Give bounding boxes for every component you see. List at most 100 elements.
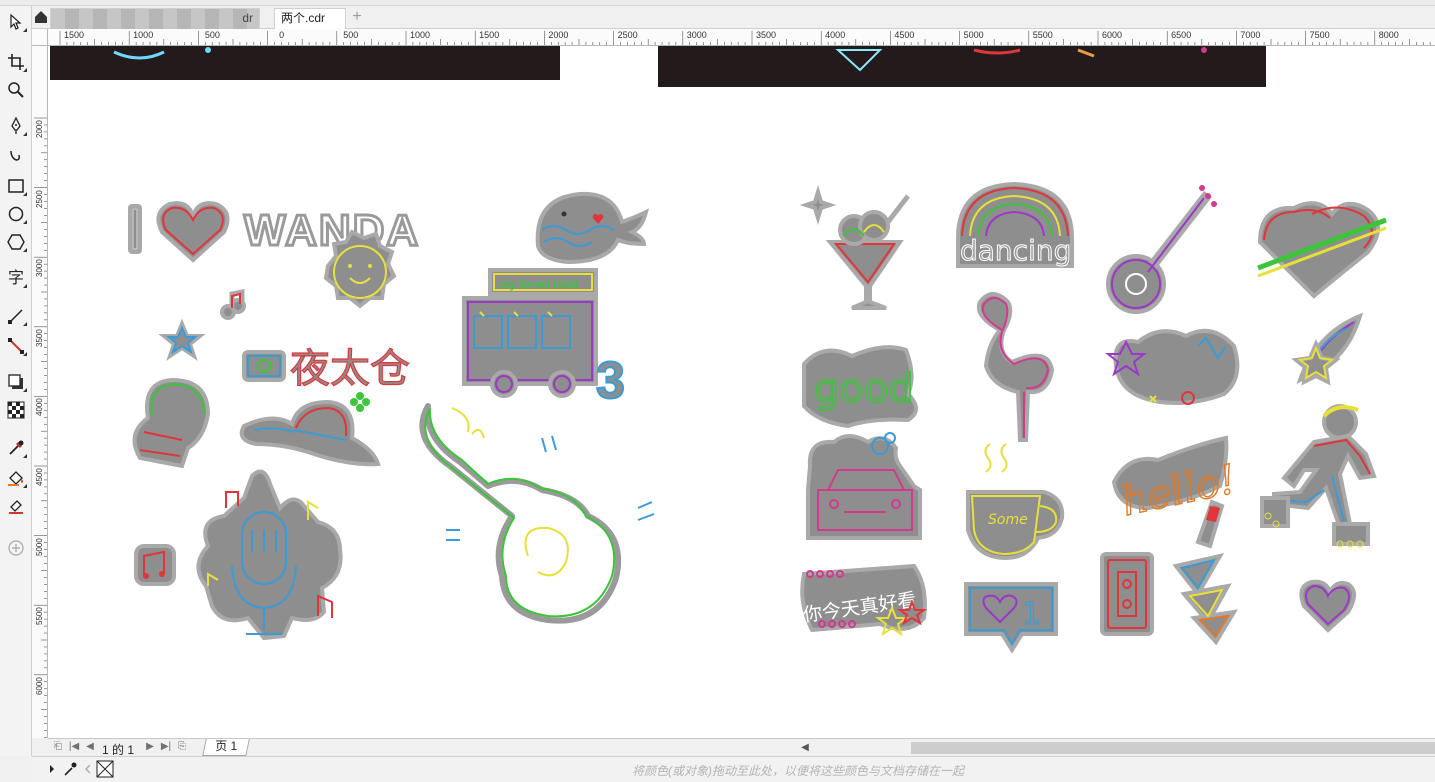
guitar-sticker[interactable]	[1106, 185, 1217, 314]
microphone-sticker[interactable]	[196, 469, 343, 641]
hat-sticker[interactable]	[239, 399, 381, 467]
ruler-label: 4500	[894, 30, 915, 40]
tab-document-2[interactable]: 两个.cdr	[274, 8, 346, 29]
hello-lipstick-sticker[interactable]: hello!	[1111, 435, 1241, 549]
document-palette-bar: 将颜色(或对象)拖动至此处，以便将这些颜色与文档存储在一起	[32, 756, 1435, 782]
palette-scroll-left-icon[interactable]	[80, 761, 96, 777]
text-tool-icon[interactable]: 字	[4, 266, 28, 290]
dancing-rainbow-sticker[interactable]: dancing	[956, 181, 1074, 268]
ruler-label: 5000	[963, 30, 984, 40]
music-note-sticker[interactable]	[220, 288, 246, 320]
connector-tool-icon[interactable]	[4, 334, 28, 358]
ruler-label: 6500	[1171, 30, 1192, 40]
prev-page-button[interactable]: ◀	[84, 741, 96, 753]
bus-number-text: 3	[596, 352, 625, 410]
guitar-outline-sticker[interactable]	[419, 403, 655, 624]
ruler-label: 5500	[35, 607, 44, 626]
rectangle-tool-icon[interactable]	[4, 174, 28, 198]
ruler-label: 0	[279, 30, 285, 40]
shooting-star-sticker[interactable]	[1291, 312, 1364, 386]
ruler-label: 4500	[35, 468, 44, 486]
ruler-label: 3000	[686, 30, 707, 40]
page-tab-label: 页 1	[215, 739, 238, 753]
pen-tool-icon[interactable]	[4, 114, 28, 138]
drawing-canvas[interactable]: .g { fill: #8e8e8e; stroke: #a9a9a9; str…	[48, 46, 1435, 738]
transparency-tool-icon[interactable]	[4, 398, 28, 422]
eyedropper-icon[interactable]	[62, 761, 78, 777]
triangles-sticker[interactable]	[1172, 553, 1238, 646]
car-sticker[interactable]	[806, 432, 922, 540]
crop-tool-icon[interactable]	[4, 50, 28, 74]
flamingo-sticker[interactable]	[977, 292, 1055, 442]
bus-sign-text: my Street Hold	[500, 279, 578, 291]
good-sticker[interactable]: good	[802, 345, 918, 429]
ruler-label: 2500	[617, 30, 638, 40]
coreldraw-window: 字 dr 两个.cdr + 1500 1000 500 0 500 1000 1…	[0, 0, 1435, 782]
horizontal-scrollbar[interactable]: ◀	[798, 738, 1435, 756]
vertical-ruler[interactable]: 2000 2500 3000 3500 4000 4500 5000 5500 6000	[32, 46, 48, 738]
add-page-before-button[interactable]: ⎗	[52, 741, 64, 753]
ruler-label: 1000	[409, 30, 431, 40]
ruler-label: 2000	[548, 30, 569, 40]
new-tab-button[interactable]: +	[348, 9, 366, 27]
palette-expand-icon[interactable]	[44, 761, 60, 777]
palette-hint-text: 将颜色(或对象)拖动至此处，以便将这些颜色与文档存储在一起	[632, 764, 964, 778]
whale-sticker[interactable]	[535, 191, 649, 265]
ye-tai-cang-sign[interactable]: 夜太仓	[242, 345, 411, 393]
curve-tool-icon[interactable]	[4, 144, 28, 168]
scroll-left-button[interactable]: ◀	[798, 741, 812, 755]
ruler-label: 500	[343, 30, 359, 40]
first-page-button[interactable]: |◀	[68, 741, 80, 753]
good-text: good	[814, 366, 914, 412]
dancing-text: dancing	[960, 234, 1071, 267]
like-count-text: 1	[1022, 597, 1041, 632]
ruler-label: 3500	[755, 30, 777, 40]
heart-sticker[interactable]	[1299, 579, 1356, 633]
polygon-tool-icon[interactable]	[4, 230, 28, 254]
helmet-sticker[interactable]	[132, 377, 211, 469]
cocktail-sticker[interactable]	[825, 194, 910, 310]
fill-tool-icon[interactable]	[4, 466, 28, 490]
horizontal-ruler[interactable]: 1500 1000 500 0 500 1000 1500 2000 2500 3000 3500 4…	[48, 29, 1435, 46]
page-tab-1[interactable]: 页 1	[202, 739, 250, 756]
home-icon[interactable]	[34, 10, 48, 24]
music-note-sticker-2[interactable]	[134, 544, 176, 586]
clover-icon	[350, 392, 370, 412]
toolbox: 字	[0, 6, 32, 756]
ruler-label: 4000	[35, 398, 44, 417]
ruler-label: 2000	[35, 120, 44, 138]
smart-fill-tool-icon[interactable]	[4, 494, 28, 518]
ruler-label: 5500	[1032, 30, 1053, 40]
ye-tai-cang-text: 夜太仓	[290, 346, 410, 392]
artwork-layer: .g { fill: #8e8e8e; stroke: #a9a9a9; str…	[128, 181, 1387, 654]
next-page-button[interactable]: ▶	[144, 741, 156, 753]
last-page-button[interactable]: ▶|	[160, 741, 172, 753]
ruler-label: 5000	[35, 537, 44, 556]
scrollbar-thumb[interactable]	[911, 742, 1435, 754]
no-color-swatch-icon[interactable]	[96, 760, 114, 778]
select-tool-icon[interactable]	[4, 10, 28, 34]
cassette-sticker[interactable]	[1100, 552, 1154, 636]
ruler-ticks	[59, 31, 1431, 45]
tab-document-1[interactable]: dr	[50, 8, 260, 29]
rollerblader-sticker[interactable]	[1260, 404, 1377, 548]
compliment-sticker[interactable]: 你今天真好看	[800, 563, 928, 637]
shadow-tool-icon[interactable]	[4, 370, 28, 394]
line-tool-icon[interactable]	[4, 304, 28, 328]
like-bubble-sticker[interactable]: 1	[964, 582, 1058, 654]
eyedropper-tool-icon[interactable]	[4, 436, 28, 460]
add-tool-icon[interactable]	[4, 536, 28, 560]
document-tab-bar: dr 两个.cdr +	[32, 6, 1435, 29]
some-text: Some	[988, 512, 1028, 528]
add-page-after-button[interactable]: ⎘	[176, 741, 188, 753]
coffee-cup-sticker[interactable]: Some	[966, 443, 1065, 561]
zoom-tool-icon[interactable]	[4, 78, 28, 102]
bus-sticker[interactable]: my Street Hold 3	[462, 268, 626, 411]
ruler-label: 6000	[1101, 30, 1123, 40]
ellipse-tool-icon[interactable]	[4, 202, 28, 226]
double-heart-sticker[interactable]	[1257, 201, 1387, 299]
stars-cloud-sticker[interactable]	[1105, 328, 1240, 405]
ruler-origin[interactable]	[32, 29, 48, 46]
ruler-label: 7000	[1240, 30, 1261, 40]
ruler-label: 7500	[1309, 30, 1330, 40]
